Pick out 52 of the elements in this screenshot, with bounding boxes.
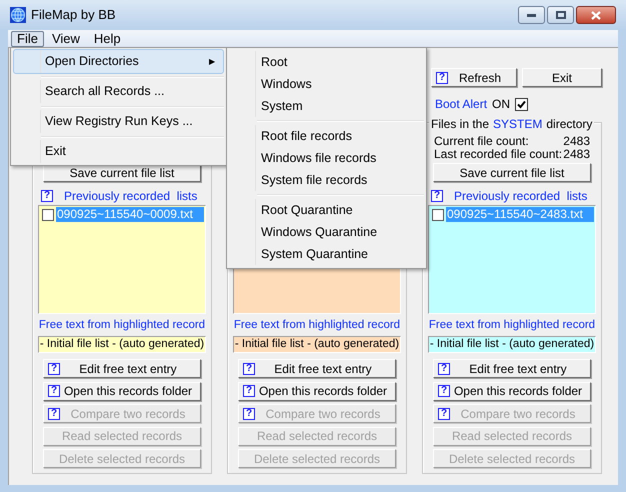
free-text-field[interactable]: - Initial file list - (auto generated) (38, 336, 206, 353)
menu-item[interactable]: Windows file records (229, 147, 424, 169)
menu-item[interactable]: System (229, 95, 424, 117)
menu-item[interactable]: Windows Quarantine (229, 221, 424, 243)
list-label: Previously recorded lists (64, 188, 198, 205)
maximize-icon (556, 11, 566, 19)
minimize-button[interactable] (518, 6, 545, 24)
checkbox[interactable] (432, 208, 444, 220)
save-button[interactable]: Save current file list (433, 163, 591, 182)
action-button[interactable]: ? Open this records folder (238, 382, 396, 400)
menu-item[interactable]: Search all Records ... (13, 79, 224, 104)
menu-item[interactable]: Help (88, 30, 127, 46)
free-text-field[interactable]: - Initial file list - (auto generated) (428, 336, 596, 353)
close-button[interactable] (576, 6, 616, 24)
help-icon[interactable]: ? (41, 190, 53, 202)
free-text-field[interactable]: - Initial file list - (auto generated) (233, 336, 401, 353)
menu-item[interactable]: Root file records (229, 125, 424, 147)
action-button[interactable]: ? Edit free text entry (433, 359, 591, 378)
menu-item[interactable]: System Quarantine (229, 243, 424, 265)
list-label: Previously recorded lists (454, 188, 588, 205)
minimize-icon (527, 14, 536, 16)
action-button[interactable]: ? Open this records folder (43, 382, 201, 400)
maximize-button[interactable] (547, 6, 574, 24)
menu-item[interactable]: Root (229, 51, 424, 73)
free-text-label: Free text from highlighted record (428, 319, 596, 332)
free-text-label: Free text from highlighted record (38, 319, 206, 332)
toolbar-button[interactable]: ? Refresh (431, 68, 517, 87)
help-icon[interactable]: ? (431, 190, 443, 202)
menu-item[interactable]: View Registry Run Keys ... (13, 109, 224, 134)
group-title: directory (546, 116, 592, 133)
menu-item[interactable]: File (11, 30, 44, 46)
checkbox[interactable] (42, 208, 54, 220)
group-title: Files in the (431, 116, 490, 133)
submenu-arrow-icon: ▶ (209, 56, 215, 68)
free-text-label: Free text from highlighted record (233, 319, 401, 332)
state-label: ON (492, 96, 510, 113)
close-icon (591, 10, 601, 20)
checkbox[interactable] (515, 98, 528, 110)
globe-icon (10, 7, 26, 23)
menu-item[interactable]: Open Directories ▶ (13, 49, 224, 74)
action-button[interactable]: ? Edit free text entry (238, 359, 396, 378)
menu-item[interactable]: Exit (13, 139, 224, 164)
menu-item[interactable]: System file records (229, 169, 424, 191)
menu-item[interactable]: View (46, 30, 86, 46)
toolbar-button[interactable]: Exit (522, 68, 602, 87)
menu-item[interactable]: Windows (229, 73, 424, 95)
action-button[interactable]: ? Open this records folder (433, 382, 591, 400)
boot-alert-label: Boot Alert (435, 96, 488, 113)
action-button[interactable]: ? Edit free text entry (43, 359, 201, 378)
window-title: FileMap by BB (31, 6, 116, 24)
directory-name: SYSTEM (493, 116, 542, 133)
menu-item[interactable]: Root Quarantine (229, 199, 424, 221)
